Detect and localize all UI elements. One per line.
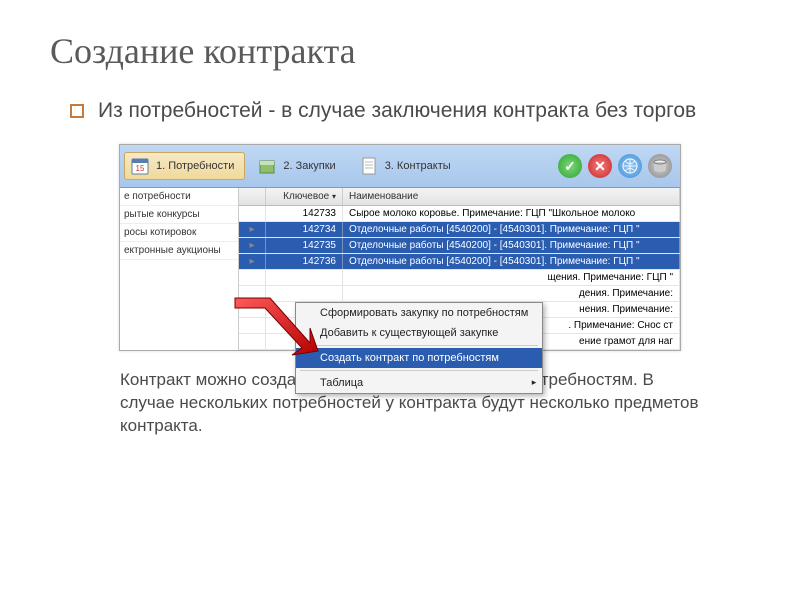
bullet-text: Из потребностей - в случае заключения ко… xyxy=(98,97,696,124)
table-row[interactable]: ▸142734Отделочные работы [4540200] - [45… xyxy=(239,222,680,238)
app-screenshot: 15 1. Потребности 2. Закупки 3. Контракт… xyxy=(119,144,681,351)
table-row[interactable]: ▸142736Отделочные работы [4540200] - [45… xyxy=(239,254,680,270)
menu-separator xyxy=(300,345,538,346)
left-panel: е потребности рытые конкурсы росы котиро… xyxy=(120,188,239,350)
table-row[interactable]: 142733Сырое молоко коровье. Примечание: … xyxy=(239,206,680,222)
bullet-item: Из потребностей - в случае заключения ко… xyxy=(70,97,750,124)
col-name[interactable]: Наименование xyxy=(343,188,680,205)
list-item[interactable]: ектронные аукционы xyxy=(120,242,238,260)
calendar-icon: 15 xyxy=(129,155,151,177)
col-key[interactable]: Ключевое ▾ xyxy=(266,188,343,205)
grid-header: Ключевое ▾ Наименование xyxy=(239,188,680,206)
list-item[interactable]: росы котировок xyxy=(120,224,238,242)
list-item[interactable]: е потребности xyxy=(120,188,238,206)
context-menu: Сформировать закупку по потребностям Доб… xyxy=(295,302,543,394)
ctx-table-submenu[interactable]: Таблица xyxy=(296,373,542,393)
tab-label: 3. Контракты xyxy=(385,160,451,172)
svg-text:15: 15 xyxy=(136,164,145,173)
database-icon[interactable] xyxy=(648,154,672,178)
menu-separator xyxy=(300,370,538,371)
tab-label: 2. Закупки xyxy=(283,160,335,172)
tab-contracts[interactable]: 3. Контракты xyxy=(353,152,462,180)
cancel-icon[interactable]: ✕ xyxy=(588,154,612,178)
bullet-marker xyxy=(70,104,84,118)
ctx-add-existing[interactable]: Добавить к существующей закупке xyxy=(296,323,542,343)
tab-needs[interactable]: 15 1. Потребности xyxy=(124,152,245,180)
globe-icon[interactable] xyxy=(618,154,642,178)
box-icon xyxy=(256,155,278,177)
table-row[interactable]: щения. Примечание: ГЦП " xyxy=(239,270,680,286)
document-icon xyxy=(358,155,380,177)
app-toolbar: 15 1. Потребности 2. Закупки 3. Контракт… xyxy=(120,145,680,188)
tab-purchases[interactable]: 2. Закупки xyxy=(251,152,346,180)
red-arrow-icon xyxy=(230,293,320,373)
tab-label: 1. Потребности xyxy=(156,160,234,172)
table-row[interactable]: ▸142735Отделочные работы [4540200] - [45… xyxy=(239,238,680,254)
ctx-form-purchase[interactable]: Сформировать закупку по потребностям xyxy=(296,303,542,323)
list-item[interactable]: рытые конкурсы xyxy=(120,206,238,224)
ok-icon[interactable]: ✓ xyxy=(558,154,582,178)
ctx-create-contract[interactable]: Создать контракт по потребностям xyxy=(296,348,542,368)
slide-title: Создание контракта xyxy=(50,30,750,72)
